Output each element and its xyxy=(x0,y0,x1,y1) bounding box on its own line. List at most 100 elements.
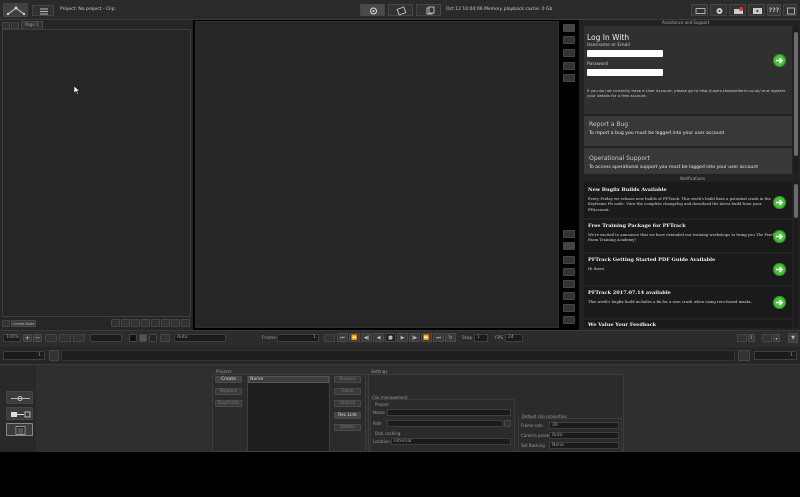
viewer-side-button[interactable] xyxy=(563,280,575,288)
fps-field[interactable]: 24 xyxy=(505,334,523,342)
fit-button[interactable] xyxy=(45,334,57,342)
layout-triple-button[interactable] xyxy=(563,49,575,57)
color-swatch-black[interactable] xyxy=(129,334,137,342)
node-canvas[interactable] xyxy=(2,29,191,317)
duplicate-project-button[interactable]: Duplicate xyxy=(215,400,242,407)
loop-button[interactable]: ↻ xyxy=(445,333,456,342)
layout-quad-button[interactable] xyxy=(563,62,575,70)
node-tool-button[interactable] xyxy=(171,319,180,327)
dropdown-chevron-button[interactable]: ▾ xyxy=(773,334,780,342)
tracking-view-button[interactable] xyxy=(360,4,385,16)
media-tool-button[interactable] xyxy=(6,407,33,420)
layout-single-button[interactable] xyxy=(563,24,575,32)
step-field[interactable]: 1 xyxy=(474,334,488,342)
preferences-button[interactable] xyxy=(710,4,727,16)
open-project-button[interactable]: Browse xyxy=(334,376,361,383)
timeline-in-handle[interactable] xyxy=(49,350,59,361)
stop-button[interactable]: ■ xyxy=(385,333,396,342)
color-swatch-gray[interactable] xyxy=(139,334,147,342)
login-arrow-button[interactable] xyxy=(773,54,786,67)
project-tool-button[interactable] xyxy=(6,423,33,436)
timeline-end-field[interactable]: 1 xyxy=(754,351,797,360)
viewer-side-button[interactable] xyxy=(563,304,575,312)
lock-button[interactable] xyxy=(563,74,575,82)
fullscreen-button[interactable] xyxy=(783,4,797,16)
view-mode-button[interactable] xyxy=(59,334,71,342)
pages-view-button[interactable] xyxy=(416,4,441,16)
replace-project-button[interactable]: Replace xyxy=(215,388,242,395)
go-start-button[interactable]: ⏮ xyxy=(337,333,348,342)
help-button[interactable]: ??? xyxy=(767,4,781,16)
notification-arrow-button[interactable] xyxy=(773,296,786,309)
zoom-field[interactable]: 100% xyxy=(3,334,21,342)
prev-key-button[interactable]: ⏪ xyxy=(349,333,360,342)
view-settings-button[interactable] xyxy=(762,334,772,342)
create-project-button[interactable]: Create xyxy=(215,376,242,383)
remove-page-button[interactable] xyxy=(11,22,19,29)
assistance-scrollbar[interactable] xyxy=(794,26,798,174)
recent-links-button[interactable]: Rec.Link xyxy=(334,412,361,419)
channel-field[interactable] xyxy=(90,334,122,342)
node-tool-button[interactable] xyxy=(131,319,140,327)
step-back-button[interactable]: ◀| xyxy=(361,333,372,342)
project-path-field[interactable] xyxy=(387,420,503,427)
clip-tool-button[interactable] xyxy=(6,391,33,404)
app-logo-button[interactable] xyxy=(3,3,28,17)
node-tool-button[interactable] xyxy=(161,319,170,327)
scrollbar-thumb[interactable] xyxy=(794,184,798,218)
viewer-side-button[interactable] xyxy=(563,230,575,238)
notification-arrow-button[interactable] xyxy=(773,196,786,209)
timeline-out-handle[interactable] xyxy=(738,350,750,361)
set-backing-select[interactable]: None xyxy=(549,442,619,449)
display-button[interactable] xyxy=(73,334,85,342)
layout-split-button[interactable] xyxy=(563,36,575,44)
play-tutorial-button[interactable] xyxy=(748,4,765,16)
play-button[interactable]: ▶ xyxy=(397,333,408,342)
overlay-button[interactable] xyxy=(160,334,170,342)
record-button[interactable] xyxy=(729,4,746,16)
project-list[interactable] xyxy=(247,376,330,452)
unlock-project-button[interactable]: Unlock xyxy=(334,400,361,407)
link-view-button[interactable] xyxy=(388,4,413,16)
timeline-track[interactable] xyxy=(61,350,735,361)
viewer-side-button[interactable] xyxy=(563,268,575,276)
notifications-scrollbar[interactable] xyxy=(794,182,798,328)
node-menu-button[interactable] xyxy=(2,320,10,327)
collapse-chevron-button[interactable]: ▼ xyxy=(788,333,798,343)
mode-select[interactable]: Auto xyxy=(174,334,226,342)
viewer-tool-button[interactable] xyxy=(737,334,747,342)
viewer-side-button[interactable] xyxy=(563,256,575,264)
go-end-button[interactable]: ⏭ xyxy=(433,333,444,342)
viewer-side-button[interactable] xyxy=(563,242,575,250)
add-page-button[interactable] xyxy=(2,22,10,29)
next-key-button[interactable]: ⏩ xyxy=(421,333,432,342)
node-tool-button[interactable] xyxy=(141,319,150,327)
zoom-in-button[interactable]: + xyxy=(23,334,32,342)
frame-field[interactable]: 1 xyxy=(277,334,319,342)
monitor-button[interactable] xyxy=(324,334,335,342)
node-tool-button[interactable] xyxy=(111,319,120,327)
scrollbar-thumb[interactable] xyxy=(794,32,798,156)
zoom-out-button[interactable]: − xyxy=(33,334,42,342)
color-swatch-dark[interactable] xyxy=(149,334,157,342)
delete-project-button[interactable]: Delete xyxy=(334,424,361,431)
project-name-field[interactable] xyxy=(387,409,511,416)
keyboard-button[interactable] xyxy=(691,4,708,16)
play-back-button[interactable]: ◀ xyxy=(373,333,384,342)
viewer[interactable] xyxy=(195,21,559,328)
step-forward-button[interactable]: |▶ xyxy=(409,333,420,342)
menu-button[interactable] xyxy=(32,5,54,16)
username-field[interactable] xyxy=(587,50,663,57)
frame-rate-select[interactable]: 30 xyxy=(549,422,619,429)
timeline-start-field[interactable]: 1 xyxy=(3,351,45,360)
notification-arrow-button[interactable] xyxy=(773,263,786,276)
info-button[interactable]: i xyxy=(748,334,755,342)
location-select[interactable]: Internal xyxy=(391,438,511,445)
create-node-button[interactable]: Create Node xyxy=(11,320,36,327)
node-tool-button[interactable] xyxy=(181,319,190,327)
browse-path-button[interactable] xyxy=(504,420,511,427)
password-field[interactable] xyxy=(587,69,663,76)
node-tool-button[interactable] xyxy=(151,319,160,327)
node-tool-button[interactable] xyxy=(121,319,130,327)
camera-preset-select[interactable]: Auto xyxy=(549,432,619,439)
